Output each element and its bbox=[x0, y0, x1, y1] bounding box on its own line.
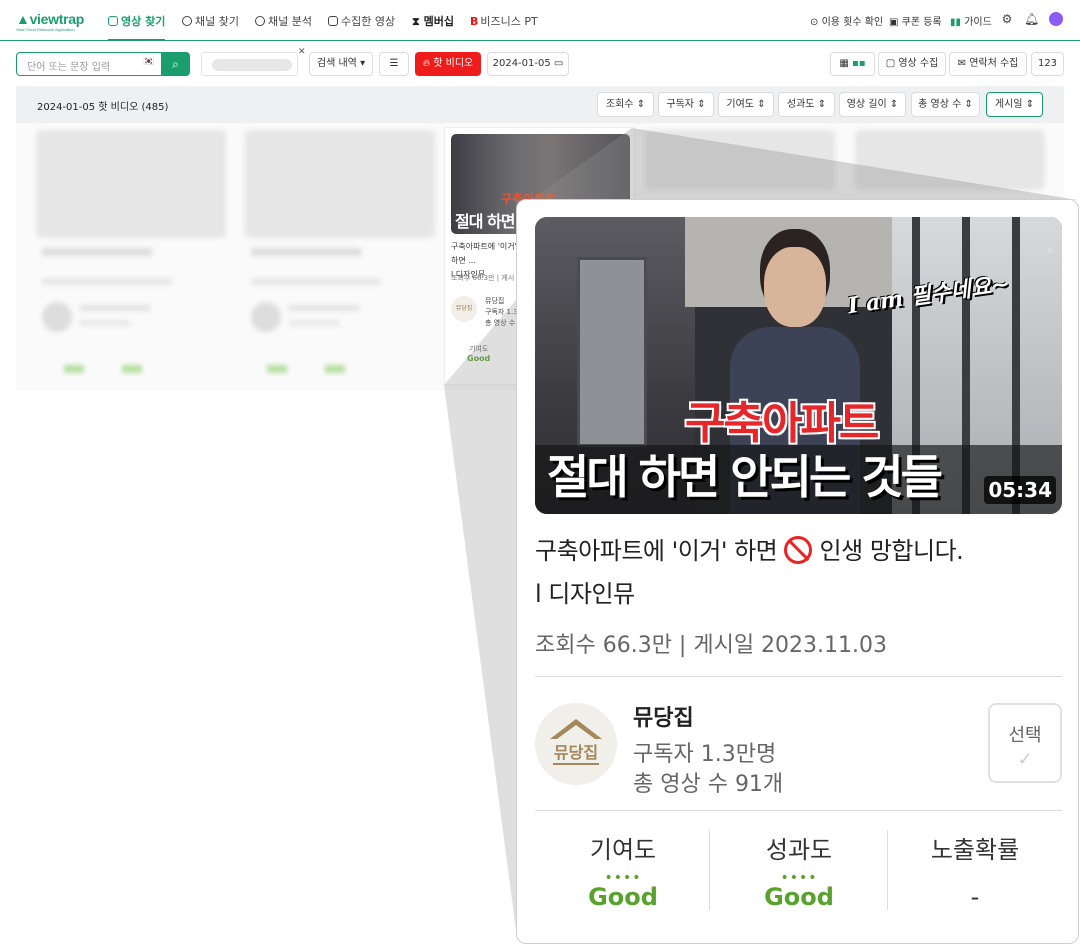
prohibited-icon bbox=[784, 536, 813, 564]
rating-dots: •••• bbox=[604, 870, 642, 886]
video-card-zoomed[interactable]: ▣ I am 필수네요~ 구축아파트 절대 하면 안되는 것들 05:34 구축… bbox=[516, 199, 1079, 944]
channel-subscribers: 구독자 1.3만명 bbox=[633, 742, 777, 767]
channel-name[interactable]: 뮤당집 bbox=[633, 700, 694, 732]
select-button[interactable]: 선택 ✓ bbox=[988, 703, 1062, 783]
video-meta: 조회수 66.3만 | 게시일 2023.11.03 bbox=[535, 633, 888, 658]
channel-logo[interactable]: 뮤당집 bbox=[535, 703, 617, 785]
stat-performance: 성과도 •••• Good bbox=[711, 830, 887, 911]
door-graphic bbox=[577, 257, 647, 447]
divider bbox=[535, 676, 1062, 677]
stat-exposure-probability: 노출확률 •••• - bbox=[930, 836, 1020, 911]
rating-dots: •••• bbox=[780, 870, 818, 886]
stat-separator bbox=[709, 830, 710, 910]
stat-contribution: 기여도 •••• Good bbox=[535, 830, 711, 911]
check-icon: ✓ bbox=[1017, 749, 1033, 770]
video-thumbnail[interactable]: ▣ I am 필수네요~ 구축아파트 절대 하면 안되는 것들 05:34 bbox=[535, 217, 1062, 514]
watermark-icon: ▣ bbox=[1046, 245, 1054, 254]
duration-badge: 05:34 bbox=[984, 476, 1056, 504]
thumb-caption-white: 절대 하면 안되는 것들 bbox=[547, 450, 943, 504]
channel-video-count: 총 영상 수 91개 bbox=[633, 772, 784, 797]
video-title[interactable]: 구축아파트에 '이거' 하면 인생 망합니다. l 디자인뮤 bbox=[535, 530, 1065, 616]
divider bbox=[535, 810, 1062, 811]
